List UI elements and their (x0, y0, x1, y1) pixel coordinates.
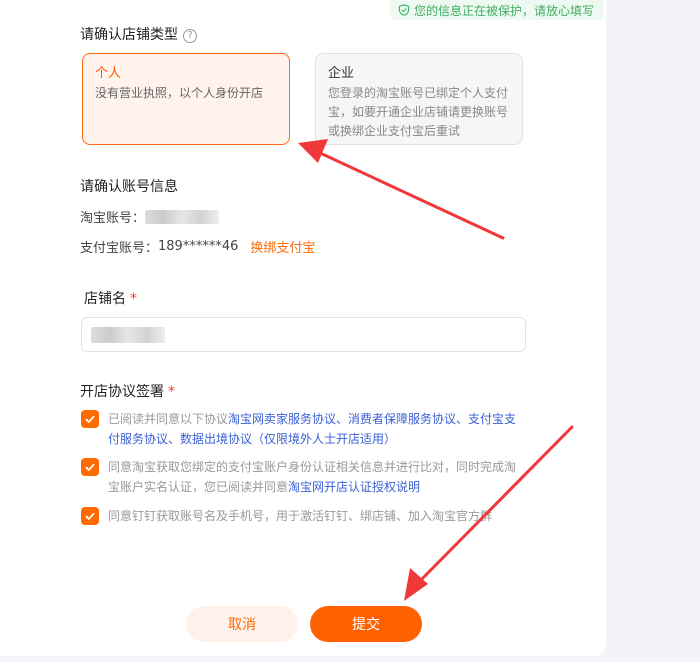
agreement-checkbox-1[interactable] (81, 410, 99, 428)
store-type-company-option[interactable]: 企业 您登录的淘宝账号已绑定个人支付宝，如要开通企业店铺请更换账号或换绑企业支付… (315, 53, 523, 145)
store-name-value-blurred (91, 326, 165, 343)
required-mark: * (168, 384, 175, 400)
agreement-item-2: 同意淘宝获取您绑定的支付宝账户身份认证相关信息并进行比对，同时完成淘宝账户实名认… (81, 457, 521, 497)
taobao-account-label: 淘宝账号： (80, 211, 146, 226)
agreement-text-1: 已阅读并同意以下协议淘宝网卖家服务协议、消费者保障服务协议、支付宝支付服务协议、… (108, 412, 517, 446)
security-notice-text: 您的信息正在被保护，请放心填写 (414, 3, 595, 18)
cancel-button[interactable]: 取消 (186, 606, 298, 642)
alipay-account-value: 189******46 (158, 239, 239, 254)
agreement-title: 开店协议签署 * (80, 384, 175, 400)
store-name-label: 店铺名 * (84, 291, 137, 307)
security-notice: 您的信息正在被保护，请放心填写 (390, 0, 605, 20)
store-type-personal-option[interactable]: 个人 没有营业执照，以个人身份开店 (82, 53, 290, 145)
option-title: 企业 (328, 66, 355, 81)
submit-button[interactable]: 提交 (310, 606, 422, 642)
agreement-checkbox-3[interactable] (81, 507, 99, 525)
taobao-account-value-blurred (145, 209, 220, 224)
rebind-alipay-link[interactable]: 换绑支付宝 (250, 237, 315, 256)
checkmark-icon (85, 463, 95, 472)
question-circle-icon[interactable]: ? (183, 28, 197, 43)
option-description: 没有营业执照，以个人身份开店 (95, 86, 264, 100)
store-auth-authorization-link[interactable]: 淘宝网开店认证授权说明 (288, 480, 420, 494)
option-title: 个人 (95, 66, 122, 81)
option-description: 您登录的淘宝账号已绑定个人支付宝，如要开通企业店铺请更换账号或换绑企业支付宝后重… (328, 86, 509, 138)
agreement-text-2: 同意淘宝获取您绑定的支付宝账户身份认证相关信息并进行比对，同时完成淘宝账户实名认… (108, 460, 517, 494)
taobao-account-row: 淘宝账号： (80, 207, 220, 226)
checkmark-icon (85, 512, 95, 521)
checkmark-icon (85, 415, 95, 424)
store-type-title: 请确认店铺类型? (80, 24, 197, 44)
agreement-item-3: 同意钉钉获取账号名及手机号，用于激活钉钉、绑店铺、加入淘宝官方群 (81, 506, 521, 526)
account-info-title: 请确认账号信息 (80, 179, 178, 195)
alipay-account-label: 支付宝账号： (80, 241, 159, 256)
shield-check-icon (398, 4, 410, 16)
alipay-account-row: 支付宝账号： 189******46 换绑支付宝 (80, 237, 315, 256)
form-card: 您的信息正在被保护，请放心填写 请确认店铺类型? 个人 没有营业执照，以个人身份… (0, 0, 606, 656)
agreement-item-1: 已阅读并同意以下协议淘宝网卖家服务协议、消费者保障服务协议、支付宝支付服务协议、… (81, 409, 521, 449)
agreement-text-3: 同意钉钉获取账号名及手机号，用于激活钉钉、绑店铺、加入淘宝官方群 (108, 509, 493, 523)
store-name-input[interactable] (81, 317, 526, 352)
agreement-checkbox-2[interactable] (81, 458, 99, 476)
required-mark: * (130, 291, 137, 307)
